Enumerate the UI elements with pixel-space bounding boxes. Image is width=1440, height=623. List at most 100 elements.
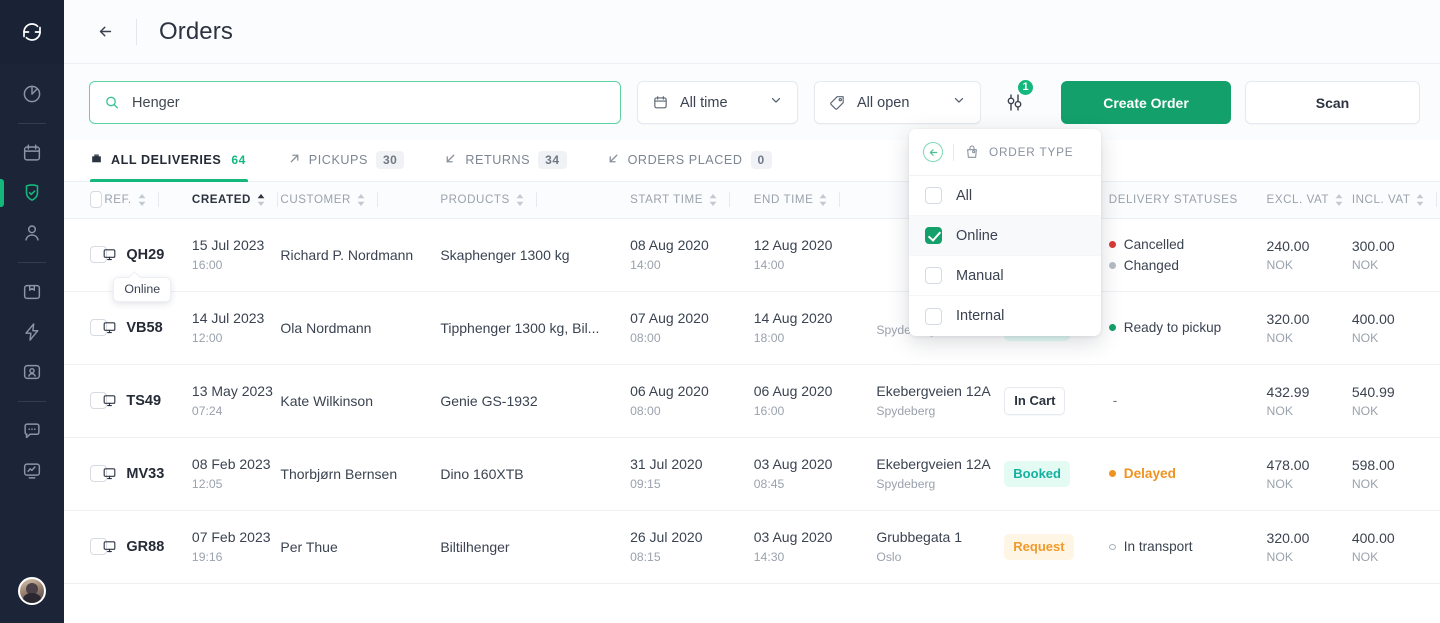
create-order-button[interactable]: Create Order xyxy=(1061,81,1231,124)
column-header-start-time[interactable]: START TIME xyxy=(630,182,754,219)
table-row[interactable]: VB58 14 Jul 2023 12:00 Ola Nordmann Tippheng… xyxy=(64,291,1440,365)
filter-toggle-button[interactable]: 1 xyxy=(997,77,1035,123)
sort-icon[interactable] xyxy=(1416,193,1424,206)
column-header-end-time[interactable]: END TIME xyxy=(753,182,877,219)
sidebar-item-messages[interactable] xyxy=(0,411,64,451)
column-divider xyxy=(276,192,278,208)
customer-name: Kate Wilkinson xyxy=(280,392,373,409)
excl-vat-cell: 432.99 NOK xyxy=(1266,364,1352,438)
option-label: Internal xyxy=(956,308,1005,324)
delivery-status: Delayed xyxy=(1108,463,1267,484)
sidebar-item-inventory[interactable] xyxy=(0,272,64,312)
table-row[interactable]: QH29 Online 15 Jul 2023 16:00 Richard P. Nor… xyxy=(64,218,1440,302)
option-checkbox[interactable] xyxy=(925,187,942,204)
time-filter-select[interactable]: All time xyxy=(637,81,798,124)
status-filter-label: All open xyxy=(857,94,910,111)
option-checkbox[interactable] xyxy=(925,307,942,325)
sort-icon[interactable] xyxy=(709,193,717,206)
status-filter-select[interactable]: All open xyxy=(814,81,981,124)
status-dot-icon xyxy=(1108,240,1116,248)
column-header-created[interactable]: CREATED xyxy=(191,182,281,219)
sidebar-item-dashboard[interactable] xyxy=(0,74,64,114)
end-time: 14:00 xyxy=(753,258,785,272)
column-header-incl-vat[interactable]: INCL. VAT xyxy=(1351,182,1440,219)
tab-returns[interactable]: RETURNS 34 xyxy=(444,139,584,181)
dropdown-option-internal[interactable]: Internal xyxy=(909,296,1101,336)
page-title: Orders xyxy=(159,17,233,45)
search-box[interactable] xyxy=(89,81,621,124)
ref-cell: MV33 xyxy=(102,437,192,511)
dropdown-option-online[interactable]: Online xyxy=(909,216,1101,256)
sort-icon[interactable] xyxy=(1335,193,1343,206)
sidebar-item-automation[interactable] xyxy=(0,312,64,352)
search-input[interactable] xyxy=(132,94,606,111)
table-row[interactable]: MV33 08 Feb 2023 12:05 Thorbjørn Bernsen Din… xyxy=(64,437,1440,511)
avatar[interactable] xyxy=(18,577,46,605)
tab-count: 30 xyxy=(375,151,405,169)
address-line: Ekebergveien 12A xyxy=(876,456,991,472)
excl-vat-currency: NOK xyxy=(1266,403,1293,418)
sidebar-item-contacts[interactable] xyxy=(0,352,64,392)
table-row[interactable]: GR88 07 Feb 2023 19:16 Per Thue Biltilhenger… xyxy=(64,510,1440,584)
sort-icon[interactable] xyxy=(516,193,524,206)
start-time: 08:00 xyxy=(630,331,661,345)
table-head: REF. CREATED CUSTOMER PRODUCTS START TIME END… xyxy=(64,182,1440,219)
start-time-cell: 31 Jul 2020 09:15 xyxy=(630,437,754,511)
incl-vat-cell: 400.00 NOK xyxy=(1351,291,1440,365)
chat-bubble-icon xyxy=(24,423,40,439)
sort-icon[interactable] xyxy=(819,193,827,206)
select-all-checkbox[interactable] xyxy=(90,191,103,209)
header-divider xyxy=(136,18,137,45)
incl-vat-cell: 400.00 NOK xyxy=(1351,510,1440,584)
dropdown-option-all[interactable]: All xyxy=(909,176,1101,216)
column-header-label: PRODUCTS xyxy=(440,193,510,207)
box-icon xyxy=(23,284,41,300)
dropdown-back-button[interactable] xyxy=(923,142,943,162)
column-header-excl-vat[interactable]: EXCL. VAT xyxy=(1266,182,1352,219)
column-header-customer[interactable]: CUSTOMER xyxy=(280,182,441,219)
option-checkbox[interactable] xyxy=(925,267,942,284)
sidebar-divider-3 xyxy=(18,401,46,402)
end-date: 12 Aug 2020 xyxy=(753,237,833,253)
end-time-cell: 03 Aug 2020 14:30 xyxy=(753,510,877,584)
app-logo[interactable] xyxy=(0,0,64,64)
sort-icon[interactable] xyxy=(138,193,146,206)
incl-vat-currency: NOK xyxy=(1351,330,1379,345)
excl-vat-cell: 320.00 NOK xyxy=(1266,510,1352,584)
sort-icon[interactable] xyxy=(257,193,265,206)
sidebar-item-reports[interactable] xyxy=(0,451,64,491)
address-city: Spydeberg xyxy=(876,404,936,418)
delivery-status: - xyxy=(1112,393,1118,408)
delivery-status: In transport xyxy=(1108,536,1267,557)
incl-vat-currency: NOK xyxy=(1351,549,1379,564)
tab-pickups[interactable]: PICKUPS 30 xyxy=(288,139,423,181)
sidebar-item-customers[interactable] xyxy=(0,213,64,253)
column-divider xyxy=(729,192,731,208)
tabs-bar: ALL DELIVERIES 64 PICKUPS 30 RETURNS 34 ORDERS… xyxy=(64,140,1440,182)
tab-all-deliveries[interactable]: ALL DELIVERIES 64 xyxy=(90,139,266,182)
table-row[interactable]: TS49 13 May 2023 07:24 Kate Wilkinson Genie … xyxy=(64,364,1440,438)
back-button[interactable] xyxy=(90,17,120,47)
dropdown-title: ORDER TYPE xyxy=(989,145,1074,159)
created-cell: 07 Feb 2023 19:16 xyxy=(191,510,281,584)
row-select-cell xyxy=(64,437,107,511)
sidebar-item-calendar[interactable] xyxy=(0,133,64,173)
status-badge: Request xyxy=(1004,533,1074,560)
end-time-cell: 03 Aug 2020 08:45 xyxy=(753,437,877,511)
created-date: 14 Jul 2023 xyxy=(191,310,265,326)
dropdown-option-manual[interactable]: Manual xyxy=(909,256,1101,296)
excl-vat-cell: 240.00 NOK xyxy=(1266,218,1352,292)
sidebar-item-orders[interactable] xyxy=(0,173,64,213)
arrow-down-left-icon xyxy=(607,152,620,168)
start-time: 08:00 xyxy=(630,404,661,418)
tab-orders-placed[interactable]: ORDERS PLACED 0 xyxy=(607,139,790,181)
status-badge: Booked xyxy=(1004,460,1070,487)
start-time: 14:00 xyxy=(630,258,661,272)
sort-icon[interactable] xyxy=(357,193,365,206)
option-checkbox[interactable] xyxy=(925,227,942,244)
column-divider xyxy=(535,192,537,208)
column-header-ref-[interactable]: REF. xyxy=(102,182,192,219)
column-header-products[interactable]: PRODUCTS xyxy=(440,182,631,219)
chevron-down-icon xyxy=(769,93,783,112)
scan-button[interactable]: Scan xyxy=(1245,81,1420,124)
